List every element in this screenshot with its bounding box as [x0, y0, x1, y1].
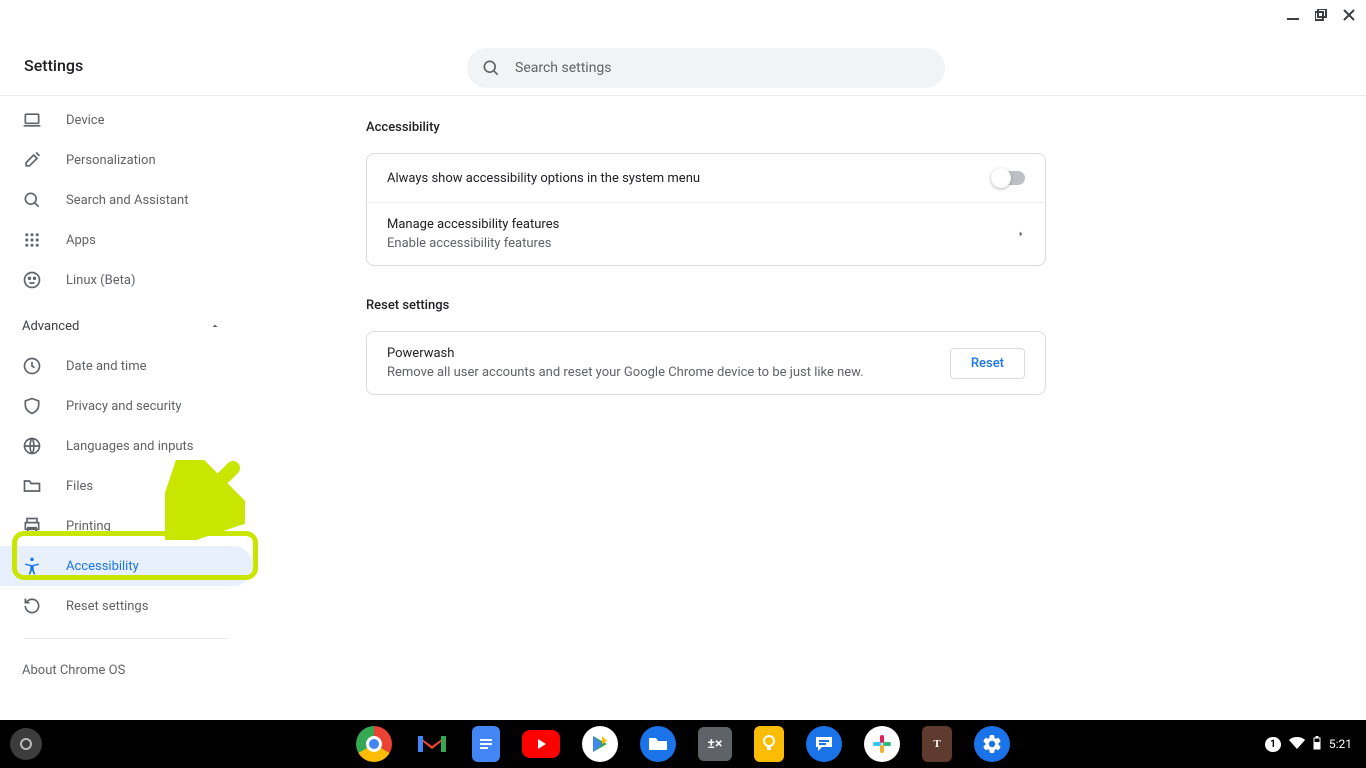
- sidebar-item-accessibility[interactable]: Accessibility: [0, 546, 253, 586]
- sidebar-item-label: Date and time: [66, 359, 147, 374]
- search-field[interactable]: [467, 48, 945, 88]
- sidebar-item-privacy[interactable]: Privacy and security: [0, 386, 253, 426]
- row-manage-features[interactable]: Manage accessibility features Enable acc…: [367, 202, 1045, 265]
- row-label: Always show accessibility options in the…: [387, 171, 981, 186]
- reset-card: Powerwash Remove all user accounts and r…: [366, 331, 1046, 395]
- shelf-app-gmail[interactable]: [414, 726, 450, 762]
- sidebar-item-printing[interactable]: Printing: [0, 506, 253, 546]
- shield-icon: [22, 396, 42, 416]
- shelf-app-calculator[interactable]: ±×: [698, 727, 732, 761]
- sidebar-item-files[interactable]: Files: [0, 466, 253, 506]
- accessibility-icon: [22, 556, 42, 576]
- sidebar-item-label: Device: [66, 113, 105, 128]
- sidebar-item-label: Apps: [66, 233, 96, 248]
- maximize-icon[interactable]: [1314, 8, 1328, 22]
- section-title-reset: Reset settings: [366, 298, 1366, 313]
- content-area: Accessibility Always show accessibility …: [254, 96, 1366, 720]
- sidebar: Device Personalization Search and Assist…: [0, 96, 254, 720]
- sidebar-item-label: Accessibility: [66, 559, 139, 574]
- sidebar-item-label: Linux (Beta): [66, 273, 135, 288]
- row-label: Powerwash: [387, 346, 938, 361]
- shelf-app-text[interactable]: T: [922, 726, 952, 762]
- chevron-right-icon: [1017, 225, 1025, 244]
- row-sublabel: Remove all user accounts and reset your …: [387, 365, 938, 380]
- shelf-app-keep[interactable]: [754, 726, 784, 762]
- sidebar-item-apps[interactable]: Apps: [0, 220, 253, 260]
- clock-icon: [22, 356, 42, 376]
- tray-time: 5:21: [1329, 737, 1352, 751]
- sidebar-item-linux[interactable]: Linux (Beta): [0, 260, 253, 300]
- sidebar-item-about[interactable]: About Chrome OS: [0, 651, 253, 678]
- sidebar-item-label: Files: [66, 479, 93, 494]
- minimize-icon[interactable]: [1286, 8, 1300, 22]
- shelf-app-settings[interactable]: [974, 726, 1010, 762]
- sidebar-item-reset[interactable]: Reset settings: [0, 586, 253, 626]
- shelf-apps: ±× T: [356, 726, 1010, 762]
- linux-icon: [22, 270, 42, 290]
- shelf-app-messages[interactable]: [806, 726, 842, 762]
- sidebar-item-label: Search and Assistant: [66, 193, 189, 208]
- row-sublabel: Enable accessibility features: [387, 236, 1005, 251]
- search-icon: [467, 58, 515, 78]
- row-powerwash: Powerwash Remove all user accounts and r…: [367, 332, 1045, 394]
- section-title-accessibility: Accessibility: [366, 120, 1366, 135]
- chevron-up-icon: [205, 316, 225, 336]
- shelf: ±× T 1 5:21: [0, 720, 1366, 768]
- shelf-app-docs[interactable]: [472, 726, 500, 762]
- sidebar-item-search-assistant[interactable]: Search and Assistant: [0, 180, 253, 220]
- sidebar-item-label: Printing: [66, 519, 111, 534]
- sidebar-section-advanced[interactable]: Advanced: [0, 306, 253, 346]
- accessibility-card: Always show accessibility options in the…: [366, 153, 1046, 266]
- sidebar-item-languages[interactable]: Languages and inputs: [0, 426, 253, 466]
- sidebar-item-label: Languages and inputs: [66, 439, 194, 454]
- brush-icon: [22, 150, 42, 170]
- wifi-icon: [1289, 737, 1305, 752]
- sidebar-divider: [24, 638, 229, 639]
- apps-icon: [22, 230, 42, 250]
- shelf-app-play[interactable]: [582, 726, 618, 762]
- laptop-icon: [22, 110, 42, 130]
- shelf-app-youtube[interactable]: [522, 730, 560, 758]
- print-icon: [22, 516, 42, 536]
- sidebar-section-label: Advanced: [22, 319, 79, 334]
- sidebar-item-label: Privacy and security: [66, 399, 182, 414]
- toggle-always-show[interactable]: [993, 171, 1025, 185]
- row-label: Manage accessibility features: [387, 217, 1005, 232]
- reset-icon: [22, 596, 42, 616]
- sidebar-item-date-time[interactable]: Date and time: [0, 346, 253, 386]
- close-icon[interactable]: [1342, 8, 1356, 22]
- shelf-app-slack[interactable]: [864, 726, 900, 762]
- launcher-button[interactable]: [10, 728, 42, 760]
- globe-icon: [22, 436, 42, 456]
- sidebar-item-label: Personalization: [66, 153, 156, 168]
- page-title: Settings: [24, 56, 83, 75]
- search-input[interactable]: [515, 60, 945, 76]
- sidebar-item-personalization[interactable]: Personalization: [0, 140, 253, 180]
- header: Settings: [0, 0, 1366, 96]
- sidebar-item-device[interactable]: Device: [0, 100, 253, 140]
- folder-icon: [22, 476, 42, 496]
- row-always-show[interactable]: Always show accessibility options in the…: [367, 154, 1045, 202]
- search-icon: [22, 190, 42, 210]
- system-tray[interactable]: 1 5:21: [1265, 736, 1352, 753]
- shelf-app-files[interactable]: [640, 726, 676, 762]
- notification-badge[interactable]: 1: [1265, 737, 1281, 752]
- battery-icon: [1313, 736, 1321, 753]
- shelf-app-chrome[interactable]: [356, 726, 392, 762]
- reset-button[interactable]: Reset: [950, 348, 1025, 379]
- sidebar-item-label: Reset settings: [66, 599, 148, 614]
